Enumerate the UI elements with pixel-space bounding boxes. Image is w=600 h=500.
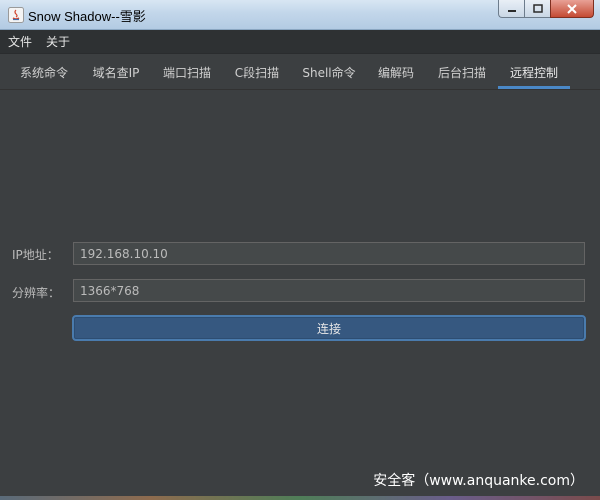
- tab-encode-decode[interactable]: 编解码: [369, 54, 423, 89]
- menu-about[interactable]: 关于: [38, 30, 76, 54]
- minimize-button[interactable]: [498, 0, 524, 18]
- window-title: Snow Shadow--雪影: [28, 9, 146, 24]
- maximize-button[interactable]: [524, 0, 550, 18]
- tab-backend-scan[interactable]: 后台扫描: [431, 54, 493, 89]
- ip-address-input[interactable]: [73, 242, 585, 265]
- tab-domain-to-ip[interactable]: 域名查IP: [84, 54, 148, 89]
- tab-c-segment-scan[interactable]: C段扫描: [226, 54, 288, 89]
- ip-address-label: IP地址：: [12, 248, 59, 262]
- java-app-icon: [8, 7, 24, 23]
- title-bar[interactable]: Snow Shadow--雪影: [0, 0, 600, 30]
- connect-button[interactable]: 连接: [72, 315, 586, 341]
- tab-bar: 系统命令 域名查IP 端口扫描 C段扫描 Shell命令 编解码 后台扫描 远程…: [0, 54, 600, 90]
- app-window: Snow Shadow--雪影 文件 关于 系统命令 域名查IP 端口扫描 C段…: [0, 0, 600, 500]
- tab-port-scan[interactable]: 端口扫描: [156, 54, 218, 89]
- close-button[interactable]: [550, 0, 594, 18]
- taskbar-strip: [0, 496, 600, 500]
- menu-file[interactable]: 文件: [0, 30, 38, 54]
- resolution-input[interactable]: [73, 279, 585, 302]
- close-icon: [567, 3, 577, 14]
- tab-remote-control[interactable]: 远程控制: [498, 54, 570, 89]
- maximize-icon: [532, 4, 543, 13]
- tab-shell-command[interactable]: Shell命令: [297, 54, 361, 89]
- window-controls: [498, 0, 594, 20]
- menu-bar: 文件 关于: [0, 30, 600, 54]
- resolution-label: 分辨率：: [12, 286, 61, 300]
- watermark-text: 安全客（www.anquanke.com）: [373, 473, 584, 489]
- tab-system-command[interactable]: 系统命令: [12, 54, 76, 89]
- minimize-icon: [507, 9, 516, 12]
